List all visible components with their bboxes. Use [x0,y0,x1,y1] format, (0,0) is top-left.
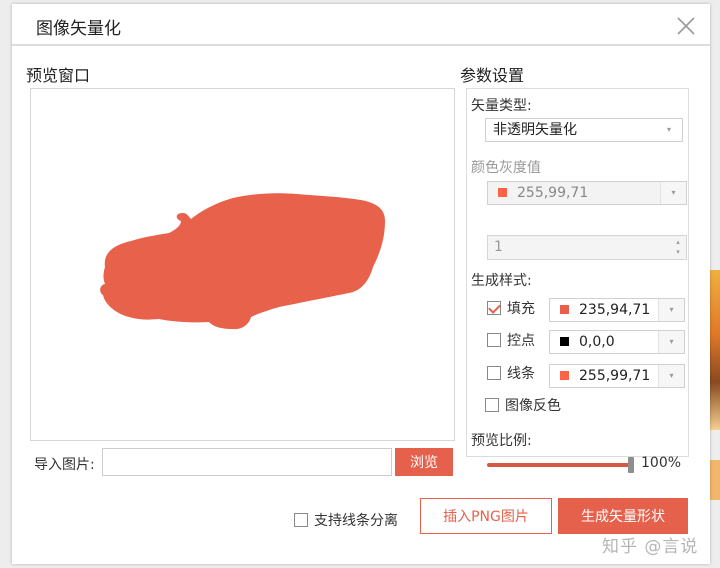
preview-heading: 预览窗口 [26,66,91,85]
fill-color-value: 235,94,71 [579,302,651,318]
import-image-label: 导入图片: [34,457,95,473]
control-points-checkbox-row[interactable]: 控点 [487,329,535,351]
invert-checkbox[interactable] [485,398,499,412]
line-checkbox[interactable] [487,366,501,380]
color-gray-value: 255,99,71 [517,185,589,201]
invert-label: 图像反色 [505,398,561,414]
chevron-down-icon: ▾ [658,365,684,387]
preview-scale-slider-handle[interactable] [628,457,634,473]
preview-scale-slider-track[interactable] [487,463,631,467]
fill-checkbox[interactable] [487,301,501,315]
car-silhouette-image [100,193,385,330]
control-points-color-swatch [560,336,569,346]
fill-color-dropdown[interactable]: 235,94,71 ▾ [549,298,685,322]
fill-color-swatch [560,304,569,314]
params-panel: 矢量类型: 非透明矢量化 ▾ 颜色灰度值 255,99,71 ▾ 1 ▴ ▾ 生成… [466,88,689,473]
line-color-dropdown[interactable]: 255,99,71 ▾ [549,364,685,388]
separate-lines-label: 支持线条分离 [314,513,398,529]
preview-window [30,88,455,441]
chevron-down-icon: ▾ [656,119,682,141]
browse-button[interactable]: 浏览 [395,448,453,476]
control-points-label: 控点 [507,333,535,349]
control-points-checkbox[interactable] [487,333,501,347]
vector-type-value: 非透明矢量化 [493,122,577,138]
import-path-input[interactable] [102,448,392,476]
line-checkbox-row[interactable]: 线条 [487,362,535,384]
title-bar: 图像矢量化 [12,4,710,46]
separate-lines-checkbox[interactable] [294,513,308,527]
control-points-color-value: 0,0,0 [579,334,615,350]
spinner-arrows-icon[interactable]: ▴ ▾ [672,237,684,258]
color-gray-dropdown[interactable]: 255,99,71 ▾ [487,181,687,205]
dialog-title: 图像矢量化 [36,19,121,39]
chevron-down-icon: ▾ [658,331,684,353]
style-label: 生成样式: [471,273,532,289]
params-heading: 参数设置 [460,66,525,85]
chevron-down-icon: ▾ [660,182,686,204]
fill-checkbox-row[interactable]: 填充 [487,297,535,319]
close-icon[interactable] [674,14,698,38]
separate-lines-checkbox-row[interactable]: 支持线条分离 [294,509,398,531]
insert-png-button[interactable]: 插入PNG图片 [420,498,552,534]
line-label: 线条 [507,366,535,382]
color-gray-label: 颜色灰度值 [471,160,541,176]
generate-vector-shape-button[interactable]: 生成矢量形状 [558,498,688,534]
chevron-down-icon: ▾ [658,299,684,321]
line-color-swatch [560,370,569,380]
preview-scale-label: 预览比例: [471,433,532,449]
color-gray-swatch [498,187,507,197]
control-points-color-dropdown[interactable]: 0,0,0 ▾ [549,330,685,354]
vector-type-label: 矢量类型: [471,98,532,114]
watermark-text: 知乎 @言说 [602,537,699,557]
invert-checkbox-row[interactable]: 图像反色 [485,394,561,416]
vectorize-dialog: 图像矢量化 预览窗口 导入图片: 浏览 参数设置 矢量类型: 非透明矢量化 ▾ … [12,4,710,564]
spin-value: 1 [494,239,503,255]
line-color-value: 255,99,71 [579,368,651,384]
preview-scale-value: 100% [641,455,682,471]
vector-type-dropdown[interactable]: 非透明矢量化 ▾ [485,118,683,142]
fill-label: 填充 [507,301,535,317]
car-shape [100,193,385,330]
spin-input[interactable]: 1 ▴ ▾ [487,235,687,260]
